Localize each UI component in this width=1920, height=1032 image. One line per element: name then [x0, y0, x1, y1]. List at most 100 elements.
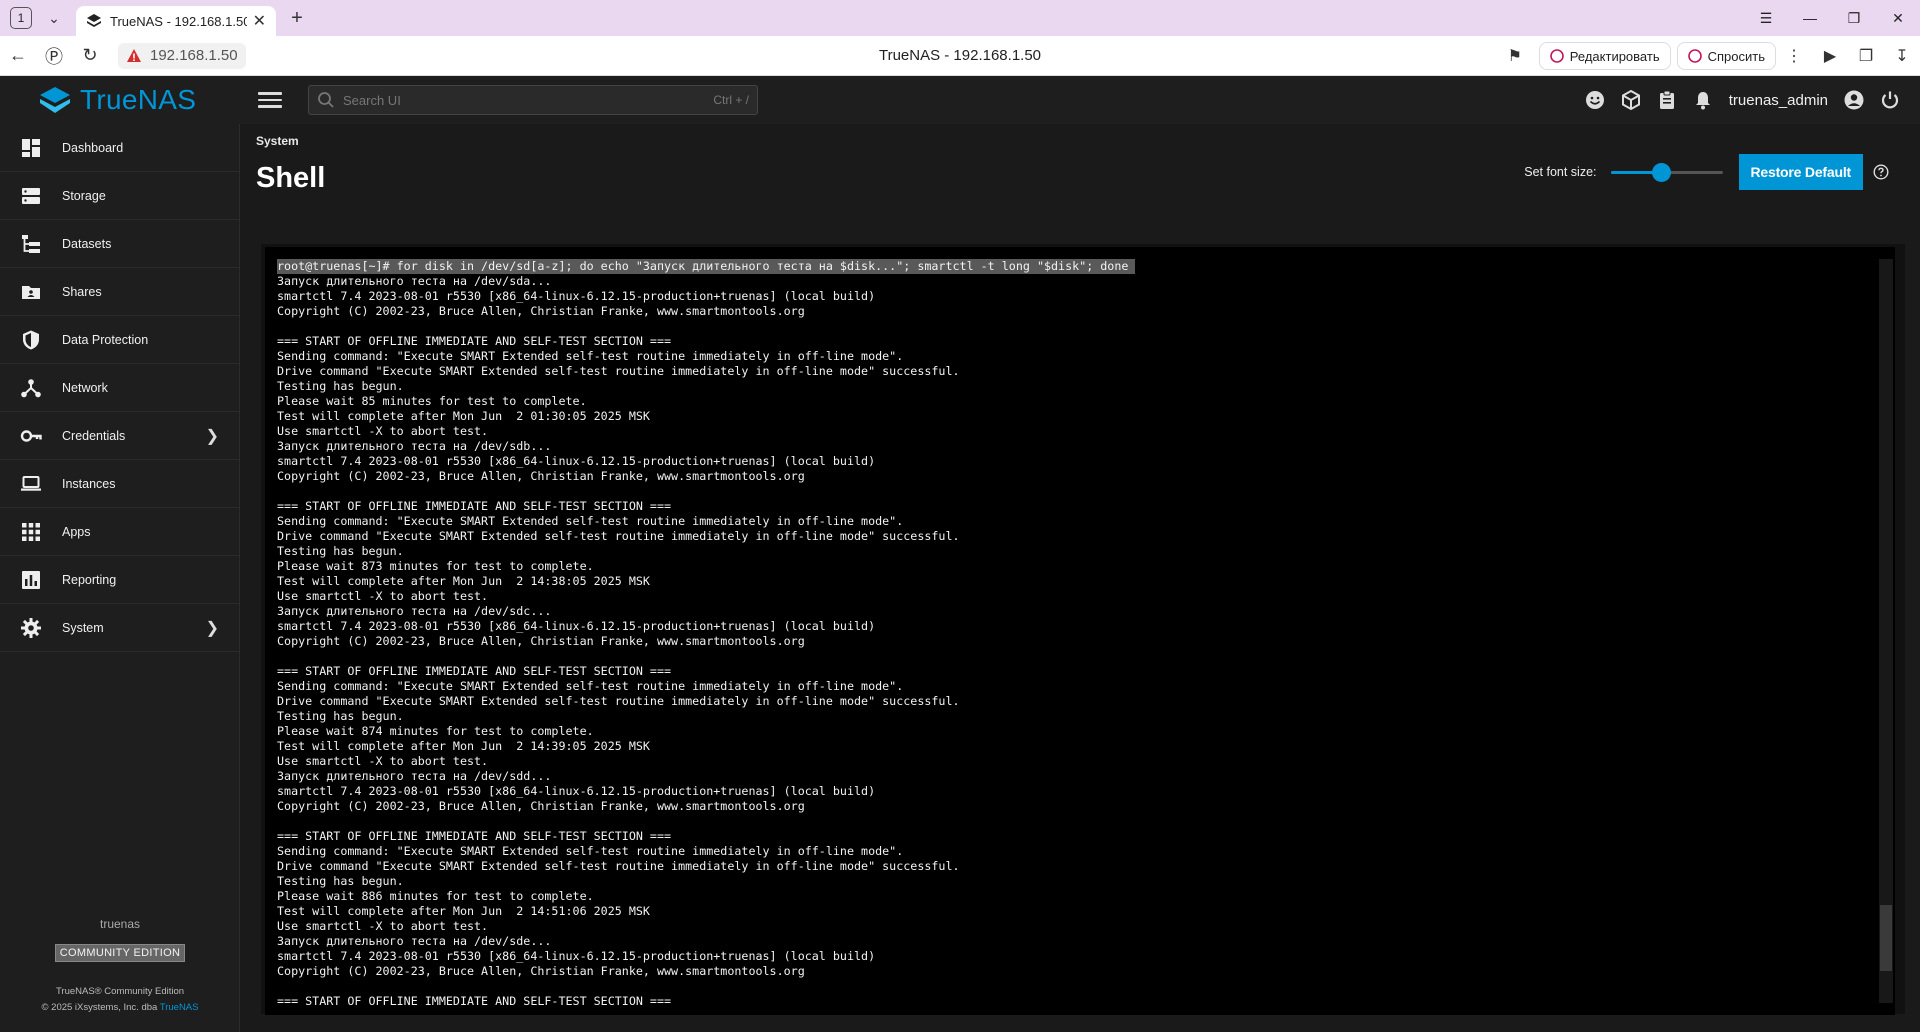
yandex-icon[interactable]: Ⓟ: [36, 38, 72, 74]
terminal-line: === START OF OFFLINE IMMEDIATE AND SELF-…: [277, 499, 672, 513]
chevron-right-icon: ❯: [205, 427, 219, 445]
terminal-line: Drive command "Execute SMART Extended se…: [277, 694, 960, 708]
font-size-controls: Set font size: Restore Default: [1524, 154, 1889, 190]
terminal-scrollbar[interactable]: [1879, 259, 1893, 1003]
terminal-line: Use smartctl -X to abort test.: [277, 589, 489, 603]
truenas-logo-icon: [40, 87, 70, 113]
window-controls: ☰ — ❐ ✕: [1744, 0, 1920, 36]
terminal-line: Testing has begun.: [277, 874, 404, 888]
sidebar-item-label: Data Protection: [62, 332, 149, 347]
media-play-icon[interactable]: ▶: [1812, 38, 1848, 74]
restore-window-icon[interactable]: ❐: [1832, 10, 1876, 27]
address-bar-actions: ⚑ Редактировать Спросить ⋮ ▶ ❐ ↧: [1497, 36, 1920, 76]
search-box[interactable]: Ctrl + /: [308, 85, 758, 115]
terminal-line: Drive command "Execute SMART Extended se…: [277, 859, 960, 873]
ask-button[interactable]: Спросить: [1676, 42, 1776, 70]
terminal-line: === START OF OFFLINE IMMEDIATE AND SELF-…: [277, 829, 672, 843]
tab-list-chevron-icon[interactable]: ⌄: [42, 6, 66, 30]
insecure-warning-icon[interactable]: [126, 48, 142, 64]
breadcrumb[interactable]: System: [256, 134, 299, 148]
hostname: truenas: [99, 917, 141, 931]
edit-button[interactable]: Редактировать: [1538, 42, 1671, 70]
chevron-right-icon: ❯: [205, 619, 219, 637]
sidebar-item-dashboard[interactable]: Dashboard: [0, 124, 239, 172]
account-icon[interactable]: [1836, 82, 1872, 118]
truenas-favicon-icon: [87, 14, 101, 27]
new-tab-button[interactable]: +: [284, 5, 310, 31]
brand-name: TrueNAS: [80, 84, 197, 115]
scrollbar-thumb[interactable]: [1880, 905, 1892, 971]
sidebar-item-apps[interactable]: Apps: [0, 508, 239, 556]
sidebar-item-label: Instances: [62, 476, 116, 491]
reload-icon[interactable]: ↻: [72, 38, 108, 74]
terminal-line: Sending command: "Execute SMART Extended…: [277, 349, 904, 363]
terminal-line: Test will complete after Mon Jun 2 14:51…: [277, 904, 650, 918]
search-input[interactable]: [343, 92, 714, 108]
terminal[interactable]: root@truenas[~]# for disk in /dev/sd[a-z…: [265, 247, 1895, 1015]
close-tab-icon[interactable]: ✕: [253, 11, 266, 31]
feedback-icon[interactable]: [1577, 82, 1613, 118]
sidebar-item-datasets[interactable]: Datasets: [0, 220, 239, 268]
power-icon[interactable]: [1872, 82, 1908, 118]
back-icon[interactable]: ←: [0, 38, 36, 74]
sidebar-item-label: System: [62, 620, 104, 635]
collections-icon[interactable]: ❐: [1848, 38, 1884, 74]
browser-tab[interactable]: TrueNAS - 192.168.1.50 ✕: [76, 6, 276, 36]
username[interactable]: truenas_admin: [1729, 92, 1828, 109]
sidebar-item-reporting[interactable]: Reporting: [0, 556, 239, 604]
slider-thumb[interactable]: [1651, 163, 1671, 182]
close-window-icon[interactable]: ✕: [1876, 10, 1920, 27]
terminal-line: smartctl 7.4 2023-08-01 r5530 [x86_64-li…: [277, 454, 876, 468]
terminal-line: smartctl 7.4 2023-08-01 r5530 [x86_64-li…: [277, 949, 876, 963]
main-content: System Shell Set font size: Restore Defa…: [240, 124, 1920, 1032]
sidebar-item-storage[interactable]: Storage: [0, 172, 239, 220]
font-size-slider[interactable]: [1610, 162, 1723, 182]
truenas-logo[interactable]: TrueNAS: [0, 76, 240, 124]
browser-menu-icon[interactable]: ☰: [1744, 10, 1788, 27]
ask-label: Спросить: [1707, 48, 1765, 64]
sidebar-item-credentials[interactable]: Credentials ❯: [0, 412, 239, 460]
tab-count-button[interactable]: 1: [10, 7, 32, 29]
sidebar-footer: truenas COMMUNITY EDITION TrueNAS® Commu…: [0, 917, 240, 1032]
help-icon[interactable]: [1873, 164, 1889, 180]
key-icon: [20, 425, 42, 447]
address-field[interactable]: 192.168.1.50: [118, 42, 246, 69]
sidebar-item-shares[interactable]: Shares: [0, 268, 239, 316]
notifications-bell-icon[interactable]: [1685, 82, 1721, 118]
font-size-label: Set font size:: [1524, 165, 1597, 179]
datasets-icon: [20, 233, 42, 255]
sidebar-item-data-protection[interactable]: Data Protection: [0, 316, 239, 364]
sidebar-item-label: Apps: [62, 524, 91, 539]
terminal-line: Запуск длительного теста на /dev/sdb...: [277, 439, 552, 453]
terminal-line: Copyright (C) 2002-23, Bruce Allen, Chri…: [277, 799, 805, 813]
truenas-topbar: TrueNAS Ctrl + / truenas_admin: [0, 76, 1920, 124]
minimize-icon[interactable]: —: [1788, 10, 1832, 26]
bar-chart-icon: [20, 569, 42, 591]
terminal-line: Copyright (C) 2002-23, Bruce Allen, Chri…: [277, 304, 805, 318]
sidebar-item-label: Network: [62, 380, 108, 395]
copyright: TrueNAS® Community Edition © 2025 iXsyst…: [0, 984, 240, 1016]
terminal-line: === START OF OFFLINE IMMEDIATE AND SELF-…: [277, 664, 672, 678]
truenas-link[interactable]: TrueNAS: [160, 1002, 199, 1013]
ask-icon: [1687, 49, 1702, 63]
sidebar-item-system[interactable]: System ❯: [0, 604, 239, 652]
terminal-output: root@truenas[~]# for disk in /dev/sd[a-z…: [277, 259, 1883, 1009]
sidebar-item-network[interactable]: Network: [0, 364, 239, 412]
downloads-icon[interactable]: ↧: [1884, 38, 1920, 74]
restore-default-button[interactable]: Restore Default: [1738, 154, 1863, 190]
bookmark-icon[interactable]: ⚑: [1497, 38, 1533, 74]
truecommand-icon[interactable]: [1613, 82, 1649, 118]
sidebar-item-label: Reporting: [62, 572, 117, 587]
apps-grid-icon: [20, 521, 42, 543]
jobs-clipboard-icon[interactable]: [1649, 82, 1685, 118]
terminal-line: smartctl 7.4 2023-08-01 r5530 [x86_64-li…: [277, 784, 876, 798]
laptop-icon: [20, 473, 42, 495]
sidebar-item-label: Dashboard: [62, 140, 124, 155]
terminal-line: Test will complete after Mon Jun 2 01:30…: [277, 409, 650, 423]
menu-toggle-icon[interactable]: [258, 88, 282, 112]
more-options-icon[interactable]: ⋮: [1776, 38, 1812, 74]
terminal-line: smartctl 7.4 2023-08-01 r5530 [x86_64-li…: [277, 289, 876, 303]
sidebar-item-instances[interactable]: Instances: [0, 460, 239, 508]
